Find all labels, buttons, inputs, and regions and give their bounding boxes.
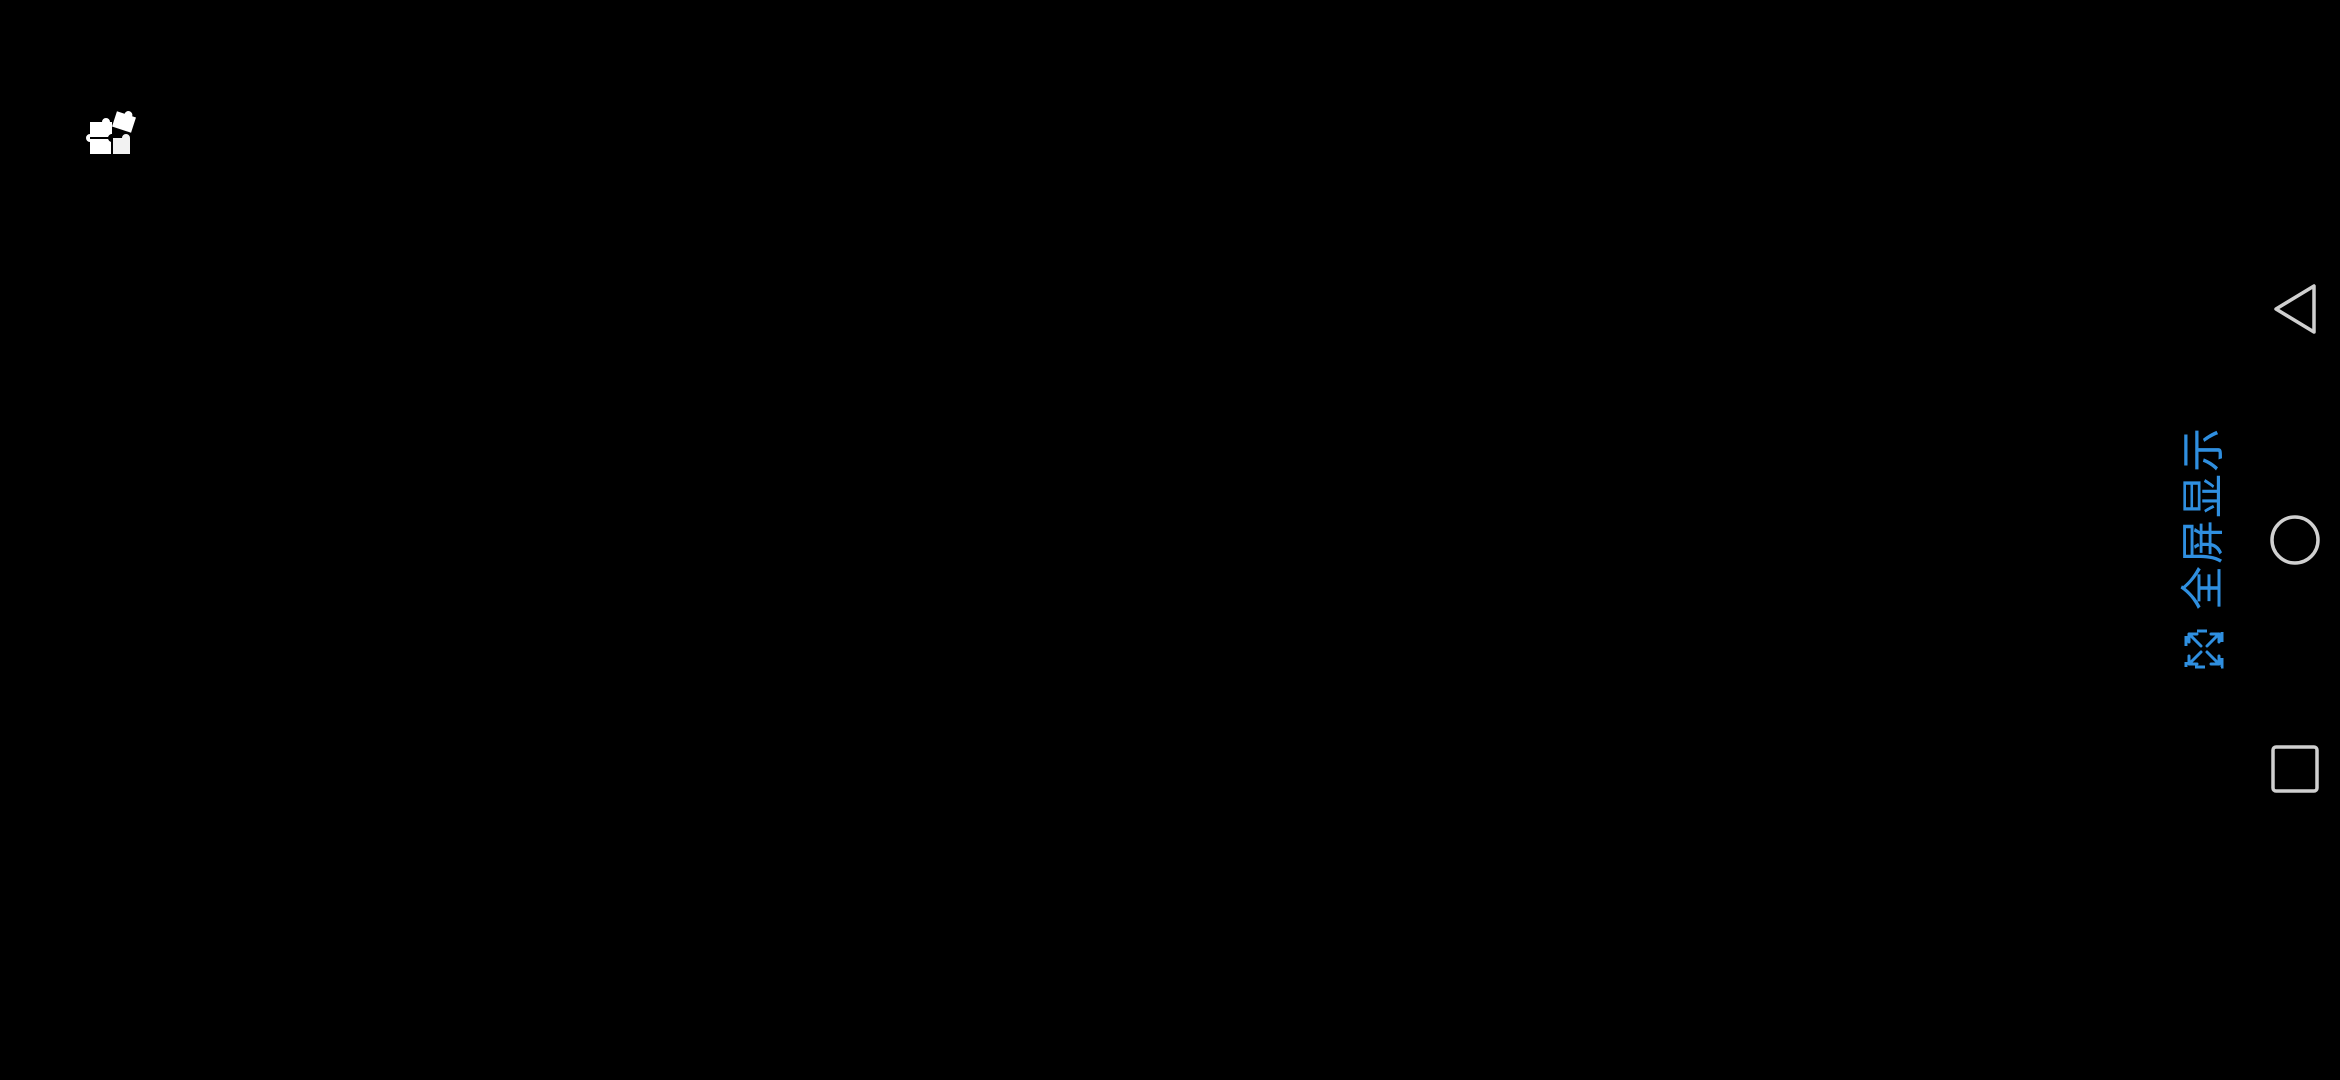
puzzle-pieces-icon[interactable]: [86, 108, 138, 160]
back-button[interactable]: [2250, 264, 2340, 354]
recents-button[interactable]: [2250, 724, 2340, 814]
fullscreen-button[interactable]: 全屏显示: [2168, 410, 2240, 670]
fullscreen-label: 全屏显示: [2178, 426, 2229, 610]
home-button[interactable]: [2250, 495, 2340, 585]
fullscreen-content: 全屏显示: [2168, 410, 2240, 670]
expand-arrows-icon: [2183, 628, 2225, 670]
circle-home-icon: [2270, 515, 2320, 565]
square-recents-icon: [2271, 745, 2319, 793]
triangle-back-icon: [2274, 284, 2316, 334]
app-screen: 全屏显示: [0, 0, 2340, 1080]
navigation-bar: [2250, 0, 2340, 1080]
